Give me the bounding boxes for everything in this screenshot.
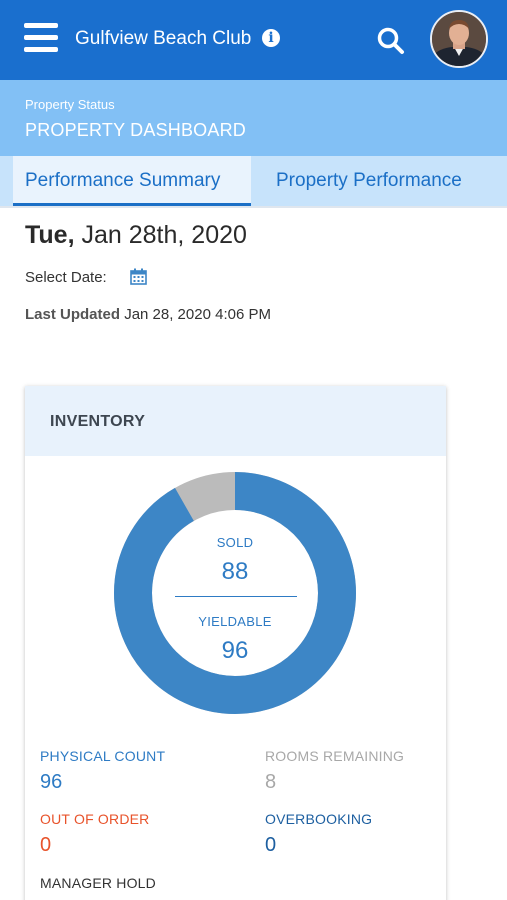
physical-count-value: 96 bbox=[40, 771, 63, 793]
overbooking-value: 0 bbox=[265, 834, 277, 856]
out-of-order-value: 0 bbox=[40, 834, 52, 856]
top-app-bar: Gulfview Beach Club i bbox=[0, 0, 507, 80]
hamburger-menu-icon[interactable] bbox=[24, 23, 60, 53]
overbooking-label: OVERBOOKING bbox=[265, 811, 373, 827]
inventory-donut-chart: SOLD 88 YIELDABLE 96 bbox=[113, 471, 357, 715]
app-title: Gulfview Beach Club bbox=[75, 28, 252, 49]
search-icon[interactable] bbox=[376, 26, 406, 56]
header-subtitle: Property Status bbox=[25, 97, 115, 112]
date-weekday: Tue, bbox=[25, 221, 75, 249]
property-status-header: Property Status PROPERTY DASHBOARD bbox=[0, 80, 507, 156]
rooms-remaining-label: ROOMS REMAINING bbox=[265, 748, 405, 764]
inventory-title: INVENTORY bbox=[50, 413, 146, 430]
yieldable-value: 96 bbox=[221, 637, 249, 664]
calendar-icon[interactable] bbox=[130, 268, 147, 285]
physical-count-label: PHYSICAL COUNT bbox=[40, 748, 166, 764]
donut-divider bbox=[175, 596, 297, 597]
user-avatar[interactable] bbox=[430, 10, 488, 68]
tab-divider bbox=[0, 206, 507, 208]
date-value: Jan 28th, 2020 bbox=[81, 221, 247, 249]
info-icon[interactable]: i bbox=[262, 29, 280, 47]
app-screen: Gulfview Beach Club i Property Status PR… bbox=[0, 0, 507, 900]
tab-performance-summary[interactable]: Performance Summary bbox=[13, 156, 251, 206]
sold-label: SOLD bbox=[216, 535, 254, 550]
yieldable-label: YIELDABLE bbox=[198, 614, 272, 629]
last-updated-label: Last Updated bbox=[25, 306, 121, 323]
last-updated: Last Updated Jan 28, 2020 4:06 PM bbox=[25, 306, 271, 323]
rooms-remaining-value: 8 bbox=[265, 771, 277, 793]
donut-svg bbox=[114, 472, 356, 714]
manager-hold-label: MANAGER HOLD bbox=[40, 875, 156, 891]
tab-property-performance[interactable]: Property Performance bbox=[276, 156, 462, 206]
last-updated-value: Jan 28, 2020 4:06 PM bbox=[124, 306, 271, 323]
tab-bar: Performance Summary Property Performance bbox=[0, 156, 507, 206]
inventory-card-header: INVENTORY bbox=[25, 386, 446, 456]
out-of-order-label: OUT OF ORDER bbox=[40, 811, 150, 827]
current-date: Tue, Jan 28th, 2020 bbox=[25, 221, 247, 250]
inventory-card: INVENTORY SOLD 88 YIELDABLE 96 PHYSICAL … bbox=[25, 386, 446, 900]
page-title: PROPERTY DASHBOARD bbox=[25, 120, 246, 140]
sold-value: 88 bbox=[221, 558, 249, 585]
select-date-label: Select Date: bbox=[25, 269, 107, 286]
